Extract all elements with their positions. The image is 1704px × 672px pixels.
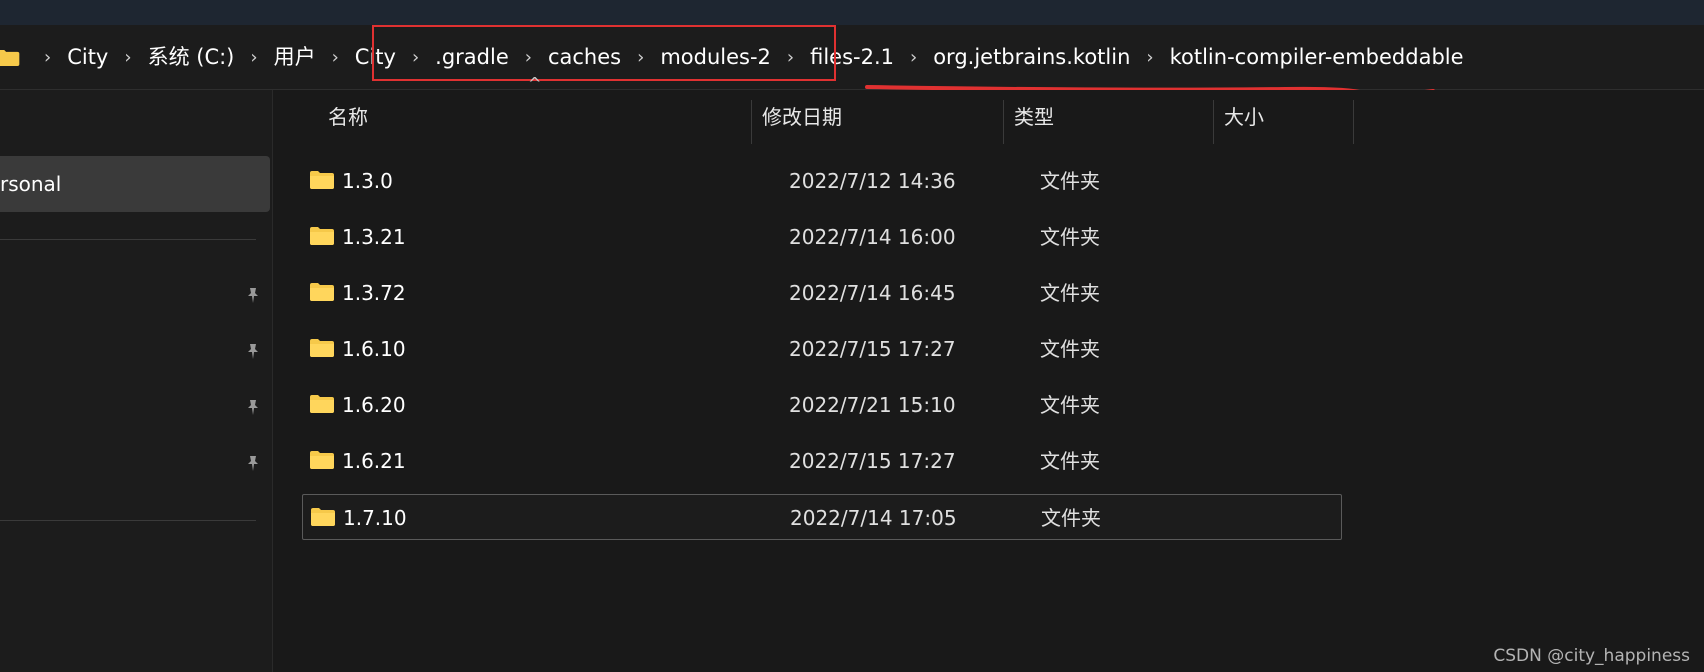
file-name: 1.3.72: [342, 281, 406, 305]
file-modified: 2022/7/14 16:45: [789, 281, 956, 305]
column-separator[interactable]: [1353, 100, 1354, 144]
navigation-pane: rsonal: [0, 90, 272, 672]
folder-icon: [310, 395, 334, 413]
folder-icon: [310, 171, 334, 189]
column-header-type[interactable]: 类型: [1014, 90, 1054, 145]
pane-separator[interactable]: [272, 90, 273, 672]
column-separator[interactable]: [1003, 100, 1004, 144]
folder-icon: [310, 451, 334, 469]
file-modified: 2022/7/12 14:36: [789, 169, 956, 193]
file-modified: 2022/7/14 16:00: [789, 225, 956, 249]
file-row[interactable]: 1.6.10 2022/7/15 17:27 文件夹: [302, 326, 1342, 372]
title-strip: [0, 0, 1704, 25]
sidebar-item-label: rsonal: [0, 172, 62, 196]
file-name: 1.3.0: [342, 169, 393, 193]
file-type: 文件夹: [1040, 169, 1100, 193]
pin-icon[interactable]: [244, 342, 262, 360]
pin-icon[interactable]: [244, 454, 262, 472]
chevron-right-icon[interactable]: ›: [240, 47, 267, 68]
chevron-right-icon[interactable]: ›: [322, 47, 349, 68]
folder-icon: [310, 339, 334, 357]
breadcrumb-item[interactable]: City: [61, 25, 114, 89]
column-header-modified[interactable]: 修改日期: [762, 90, 842, 145]
breadcrumb-item[interactable]: 系统 (C:): [142, 25, 241, 89]
folder-icon: [311, 508, 335, 526]
file-explorer-window: › City › 系统 (C:) › 用户 › City › .gradle ›…: [0, 0, 1704, 672]
folder-icon: [310, 227, 334, 245]
file-name: 1.7.10: [343, 506, 407, 530]
sort-caret-icon: ^: [528, 74, 542, 93]
file-type: 文件夹: [1040, 393, 1100, 417]
file-row[interactable]: 1.3.0 2022/7/12 14:36 文件夹: [302, 158, 1342, 204]
file-list-view: ^ 名称 修改日期 类型 大小 1.3.0 2022/7/12 14:36 文件…: [274, 74, 1704, 672]
column-header-size[interactable]: 大小: [1224, 90, 1264, 145]
address-bar[interactable]: › City › 系统 (C:) › 用户 › City › .gradle ›…: [0, 25, 1704, 96]
column-header-row: ^ 名称 修改日期 类型 大小: [274, 74, 1354, 145]
file-name: 1.6.10: [342, 337, 406, 361]
file-row[interactable]: 1.3.72 2022/7/14 16:45 文件夹: [302, 270, 1342, 316]
file-row[interactable]: 1.6.21 2022/7/15 17:27 文件夹: [302, 438, 1342, 484]
breadcrumb-item[interactable]: org.jetbrains.kotlin: [927, 25, 1136, 89]
file-row-selected[interactable]: 1.7.10 2022/7/14 17:05 文件夹: [302, 494, 1342, 540]
folder-icon: [0, 49, 20, 66]
watermark: CSDN @city_happiness: [1493, 646, 1690, 666]
column-header-name[interactable]: 名称: [328, 90, 368, 145]
column-separator[interactable]: [1213, 100, 1214, 144]
file-type: 文件夹: [1040, 337, 1100, 361]
file-type: 文件夹: [1040, 449, 1100, 473]
file-type: 文件夹: [1040, 225, 1100, 249]
folder-icon: [310, 283, 334, 301]
file-name: 1.3.21: [342, 225, 406, 249]
file-type: 文件夹: [1040, 281, 1100, 305]
file-type: 文件夹: [1041, 506, 1101, 530]
chevron-right-icon[interactable]: ›: [1136, 47, 1163, 68]
sidebar-divider: [0, 239, 256, 240]
annotation-red-box: [372, 25, 836, 81]
file-row[interactable]: 1.6.20 2022/7/21 15:10 文件夹: [302, 382, 1342, 428]
sidebar-divider: [0, 520, 256, 521]
file-modified: 2022/7/14 17:05: [790, 506, 957, 530]
column-separator[interactable]: [751, 100, 752, 144]
chevron-right-icon[interactable]: ›: [900, 47, 927, 68]
chevron-right-icon[interactable]: ›: [34, 47, 61, 68]
pin-icon[interactable]: [244, 286, 262, 304]
file-modified: 2022/7/15 17:27: [789, 449, 956, 473]
file-name: 1.6.20: [342, 393, 406, 417]
breadcrumb-item[interactable]: kotlin-compiler-embeddable: [1164, 25, 1470, 89]
breadcrumb-item[interactable]: 用户: [268, 25, 322, 89]
file-modified: 2022/7/21 15:10: [789, 393, 956, 417]
file-modified: 2022/7/15 17:27: [789, 337, 956, 361]
file-name: 1.6.21: [342, 449, 406, 473]
pin-icon[interactable]: [244, 398, 262, 416]
chevron-right-icon[interactable]: ›: [114, 47, 141, 68]
file-row[interactable]: 1.3.21 2022/7/14 16:00 文件夹: [302, 214, 1342, 260]
